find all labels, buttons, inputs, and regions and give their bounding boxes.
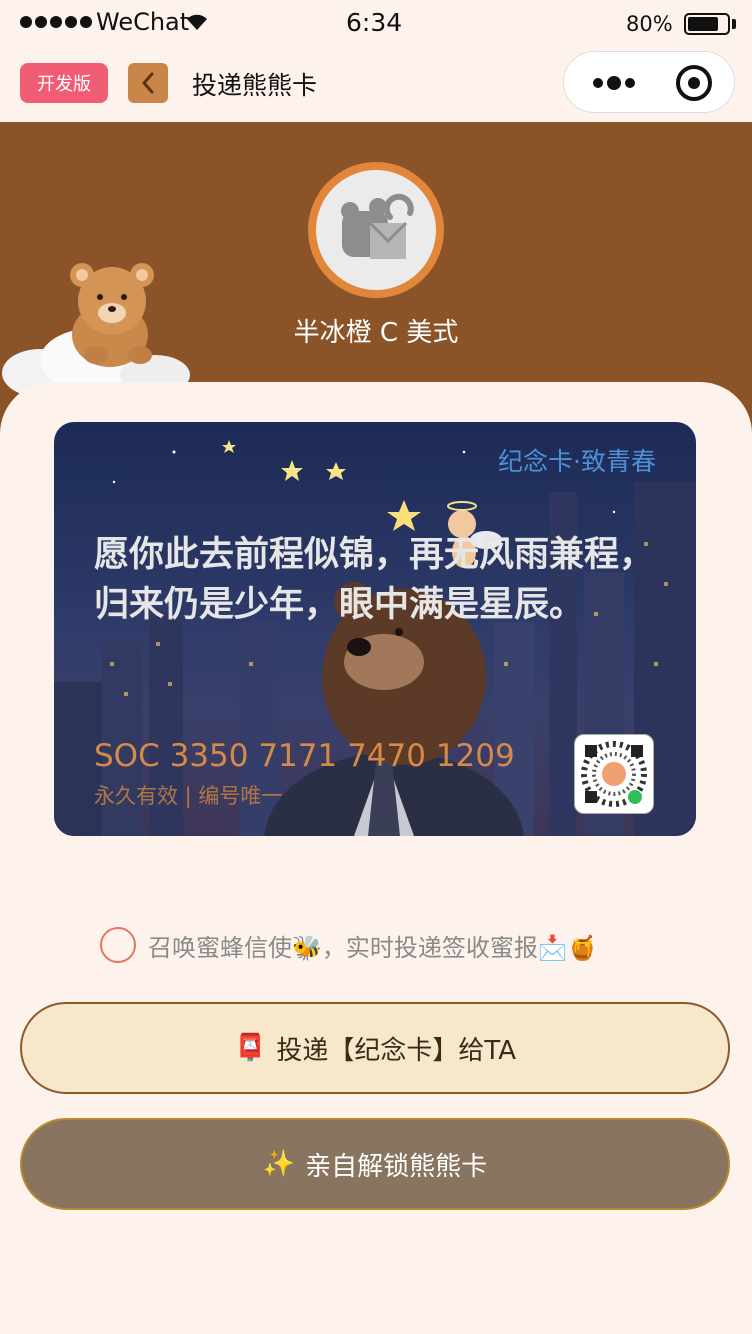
wifi-icon bbox=[187, 14, 207, 30]
card-quote: 愿你此去前程似锦，再无风雨兼程，归来仍是少年，眼中满是星辰。 bbox=[94, 535, 655, 625]
target-close-icon[interactable] bbox=[676, 65, 712, 101]
battery-percentage: 80% bbox=[626, 12, 673, 36]
card-type-label: 纪念卡·致青春 bbox=[498, 447, 656, 476]
bear-envelope-icon bbox=[341, 193, 414, 259]
username: 半冰橙 C 美式 bbox=[293, 318, 459, 348]
more-dots-icon[interactable] bbox=[584, 68, 644, 98]
back-button[interactable] bbox=[128, 63, 168, 103]
unlock-button-label: 亲自解锁熊熊卡 bbox=[305, 1151, 488, 1182]
status-bar: WeChat 6:34 80% bbox=[0, 0, 752, 48]
page-title: 投递熊熊卡 bbox=[192, 71, 318, 100]
qr-code-icon bbox=[581, 741, 647, 807]
unlock-card-button[interactable]: ✨ 亲自解锁熊熊卡 bbox=[20, 1118, 730, 1210]
carrier-name: WeChat bbox=[96, 8, 190, 36]
option-label: 召唤蜜蜂信使🐝，实时投递签收蜜报📩🍯 bbox=[148, 933, 598, 962]
signal-icon bbox=[20, 16, 92, 28]
memorial-card[interactable]: 纪念卡·致青春 愿你此去前程似锦，再无风雨兼程，归来仍是少年，眼中满是星辰。 S… bbox=[54, 422, 696, 836]
page: WeChat 6:34 80% 开发版 投递熊熊卡 半冰橙 C 美式 纪念卡·致… bbox=[0, 0, 752, 1334]
card-number: SOC 3350 7171 7470 1209 bbox=[94, 738, 515, 774]
chevron-left-icon bbox=[142, 72, 154, 94]
dev-version-badge: 开发版 bbox=[20, 63, 108, 103]
clock: 6:34 bbox=[346, 8, 403, 37]
qr-code bbox=[574, 734, 654, 814]
option-radio[interactable] bbox=[100, 927, 136, 963]
sparkles-icon: ✨ bbox=[262, 1149, 296, 1179]
card-validity: 永久有效 | 编号唯一 bbox=[94, 784, 283, 808]
deliver-button-label: 投递【纪念卡】给TA bbox=[276, 1035, 517, 1066]
mailbox-icon: 📮 bbox=[233, 1033, 267, 1063]
bee-messenger-option[interactable]: 召唤蜜蜂信使🐝，实时投递签收蜜报📩🍯 bbox=[100, 925, 660, 965]
battery-icon bbox=[684, 13, 730, 35]
mini-program-capsule bbox=[563, 51, 735, 113]
avatar bbox=[308, 162, 444, 298]
battery-tip bbox=[732, 19, 736, 29]
deliver-card-button[interactable]: 📮 投递【纪念卡】给TA bbox=[20, 1002, 730, 1094]
nav-bar: 开发版 投递熊熊卡 bbox=[0, 48, 752, 122]
